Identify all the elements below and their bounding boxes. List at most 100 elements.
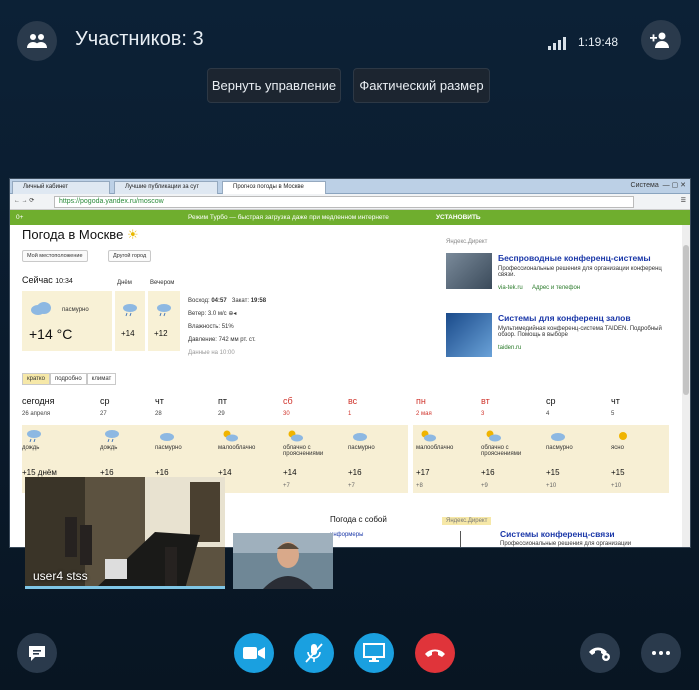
ad1-text: Профессиональные решения для организации… [498, 266, 662, 278]
return-control-button[interactable]: Вернуть управление [207, 68, 341, 103]
participant-video-self[interactable] [233, 533, 333, 589]
tab-detailed[interactable]: подробно [49, 373, 87, 385]
phone-gear-icon [589, 647, 610, 661]
cloud-icon [288, 430, 303, 442]
ad2-text: Мультимедийная конференц-система TAIDEN.… [498, 326, 662, 338]
forecast-night-temperature: +10 [546, 483, 557, 489]
evening-box: +12 [148, 291, 180, 351]
my-location-button[interactable]: Мой местоположение [22, 250, 88, 262]
forecast-day: пт [218, 396, 227, 406]
video-toggle-button[interactable] [234, 633, 274, 673]
participants-button[interactable] [17, 21, 57, 61]
forecast-temperature: +15 [546, 468, 560, 477]
forecast-day: чт [611, 396, 620, 406]
menu-icon[interactable]: ☰ [681, 197, 686, 204]
forecast-temperature: +15 днём [22, 468, 57, 477]
chat-icon [29, 646, 45, 661]
forecast-night-temperature: +10 [611, 483, 622, 489]
turbo-install-button[interactable]: УСТАНОВИТЬ [436, 214, 481, 221]
cloud-icon [223, 430, 238, 442]
scrollbar-thumb[interactable] [683, 245, 689, 395]
nav-arrows-icon[interactable]: ← → ⟳ [14, 197, 34, 204]
forecast-date: 28 [155, 411, 162, 417]
other-city-button[interactable]: Другой город [108, 250, 152, 262]
window-controls: Система — ▢ ✕ [630, 182, 686, 189]
participants-count: Участников: 3 [75, 28, 204, 50]
participant-name: user4 stss [33, 569, 88, 583]
ad1-image [446, 253, 492, 289]
forecast-day: вт [481, 396, 490, 406]
cloud-icon [353, 433, 367, 441]
browser-tab[interactable]: Личный кабинет [12, 181, 110, 194]
ad1-title[interactable]: Беспроводные конференц-системы [498, 253, 651, 263]
actual-size-button[interactable]: Фактический размер [353, 68, 490, 103]
forecast-day: пн [416, 396, 426, 406]
browser-tab-active[interactable]: Прогноз погоды в Москве [222, 181, 326, 194]
tab-climate[interactable]: климат [86, 373, 117, 385]
video-camera-icon [243, 647, 265, 659]
cloud-icon [551, 433, 565, 441]
rain-icon [123, 304, 137, 317]
more-icon [652, 651, 670, 655]
page-scrollbar[interactable] [682, 225, 690, 547]
ad1-link[interactable]: Адрес и телефон [532, 285, 580, 291]
forecast-date: 29 [218, 411, 225, 417]
day-temperature: +14 [121, 329, 135, 338]
page-title: Погода в Москве ☀ [22, 227, 139, 242]
add-participant-button[interactable] [641, 20, 681, 60]
ad2-title[interactable]: Системы для конференц залов [498, 313, 631, 323]
forecast-day: сегодня [22, 396, 55, 406]
evening-label: Вечером [150, 280, 175, 286]
forecast-date: 3 [481, 411, 485, 417]
url-field[interactable]: https://pogoda.yandex.ru/moscow [54, 196, 634, 208]
speaking-indicator [25, 586, 225, 589]
ad1-domain[interactable]: via-tek.ru [498, 285, 523, 291]
forecast-condition: ясно [611, 445, 624, 451]
phone-hangup-icon [425, 649, 445, 657]
browser-tab[interactable]: Лучшие публикации за сут [114, 181, 218, 194]
window-label: Система [630, 182, 659, 189]
ad2-domain[interactable]: taiden.ru [498, 345, 521, 351]
weather-with-you: Погода с собой [330, 515, 387, 524]
informers-link[interactable]: информеры [330, 532, 363, 538]
ad3-title[interactable]: Системы конференц-связи [500, 529, 615, 539]
ads-header: Яндекс.Директ [446, 239, 488, 245]
forecast-condition: облачно с прояснениями [283, 445, 324, 457]
forecast-date: 1 [348, 411, 352, 417]
forecast-date: 27 [100, 411, 107, 417]
video-frame-person [233, 533, 333, 589]
ads-bottom-header: Яндекс.Директ [442, 517, 492, 525]
now-temperature: +14 °C [29, 326, 73, 342]
forecast-temperature: +16 [100, 468, 114, 477]
mute-button[interactable] [294, 633, 334, 673]
chat-button[interactable] [17, 633, 57, 673]
forecast-temperature: +16 [155, 468, 169, 477]
sun-icon: ☀ [126, 227, 139, 242]
end-call-button[interactable] [415, 633, 455, 673]
sun-icon [619, 432, 627, 440]
turbo-banner: 0+ Режим Турбо — быстрая загрузка даже п… [10, 210, 690, 225]
microphone-muted-icon [305, 643, 323, 663]
turbo-message: Режим Турбо — быстрая загрузка даже при … [188, 214, 389, 221]
microphone-ad-image [460, 531, 470, 547]
forecast-condition: малооблачно [416, 445, 454, 451]
more-options-button[interactable] [641, 633, 681, 673]
rain-icon [157, 304, 171, 317]
forecast-date: 30 [283, 411, 290, 417]
cloud-icon [31, 302, 51, 315]
forecast-condition: пасмурно [348, 445, 375, 451]
forecast-temperature: +16 [481, 468, 495, 477]
tab-brief[interactable]: кратко [22, 373, 50, 385]
weather-details: Восход: 04:57 Закат: 19:58 Ветер: 3.0 м/… [188, 298, 267, 356]
cloud-icon [160, 433, 174, 441]
rain-icon [105, 430, 119, 442]
forecast-temperature: +17 [416, 468, 430, 477]
forecast-temperature: +15 [611, 468, 625, 477]
forecast-night-temperature: +7 [348, 483, 355, 489]
forecast-date: 4 [546, 411, 550, 417]
forecast-condition: пасмурно [546, 445, 573, 451]
call-settings-button[interactable] [580, 633, 620, 673]
forecast-temperature: +14 [218, 468, 232, 477]
screen-share-button[interactable] [354, 633, 394, 673]
now-condition: пасмурно [62, 307, 89, 313]
